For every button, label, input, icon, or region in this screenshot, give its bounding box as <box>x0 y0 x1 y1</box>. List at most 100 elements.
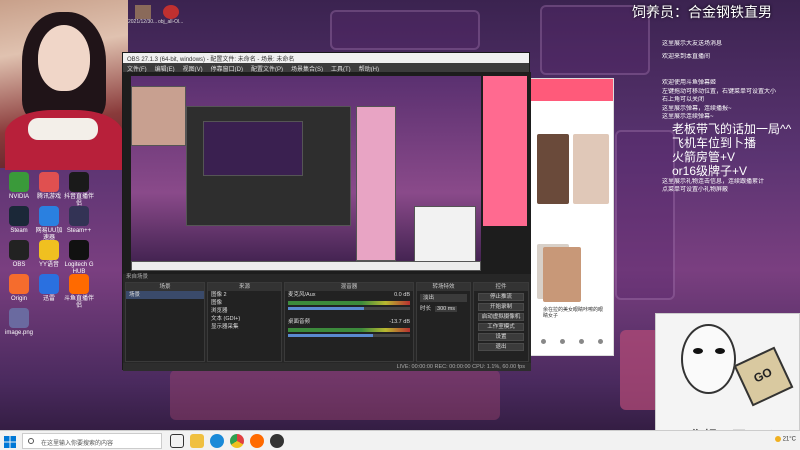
exit-button[interactable]: 退出 <box>478 343 524 351</box>
chat-big-line: 火箭房管+V <box>672 149 736 164</box>
mixer-channel-db: 0.0 dB <box>394 292 410 298</box>
chat-line: 欢迎使用斗鱼弹幕姬 <box>662 80 717 86</box>
obs-dock-area: 来自场景 场景 场景 来源 图像 2 图像 浏览器 文本 (GDI+) 显示器采… <box>123 274 531 371</box>
chat-line: 这里展示礼物连击信息，连续跟播累计 <box>662 178 765 185</box>
start-recording-button[interactable]: 开始录制 <box>478 303 524 311</box>
windows-start-icon[interactable] <box>4 435 16 448</box>
chat-big-line: 老板带飞的话加一局^^ <box>672 121 792 136</box>
desktop: 2021/12/30... obj_all-Ol... NVIDIA 腾讯游戏 抖音… <box>0 0 800 450</box>
source-item[interactable]: 浏览器 <box>208 307 281 315</box>
desktop-icon-label: image.png <box>4 330 34 336</box>
bg-window-panel <box>330 10 480 50</box>
obs-titlebar[interactable]: OBS 27.1.3 (64-bit, windows) - 配置文件: 未命名… <box>123 53 529 63</box>
desktop-file-2[interactable]: obj_all-Ol... <box>158 5 183 25</box>
mixer-dock: 混音器 麦克风/Aux 0.0 dB 桌面音频 -13.7 dB <box>284 282 414 362</box>
chat-line: 这里展示连续弹幕~ <box>662 114 714 120</box>
file-explorer-icon[interactable] <box>190 434 204 448</box>
search-placeholder: 在这里输入你要搜索的内容 <box>41 441 114 447</box>
sign-text: GO <box>751 364 775 386</box>
desktop-icon[interactable]: NVIDIA <box>4 172 34 201</box>
webcam-face <box>38 25 90 91</box>
desktop-icon[interactable]: 斗鱼直播伴侣 <box>64 274 94 310</box>
transitions-dock: 转场特效 淡出 时长 300 ms <box>416 282 471 362</box>
desktop-icon[interactable]: YY语音 <box>34 240 64 269</box>
scenes-dock: 场景 场景 <box>125 282 205 362</box>
obs-window[interactable]: OBS 27.1.3 (64-bit, windows) - 配置文件: 未命名… <box>122 52 531 371</box>
desktop-icon[interactable]: 迅雷 <box>34 274 64 303</box>
chrome-icon[interactable] <box>230 434 244 448</box>
desktop-icon-label: OBS <box>12 262 26 268</box>
video-card[interactable] <box>543 247 581 302</box>
video-card[interactable] <box>573 134 609 204</box>
nested-meme <box>414 206 476 266</box>
nested-douyin <box>356 106 396 261</box>
system-tray: 21°C <box>774 436 796 443</box>
obs-icon[interactable] <box>270 434 284 448</box>
desktop-icon[interactable]: 抖音直播伴侣 <box>64 172 94 208</box>
app-icon <box>39 172 59 192</box>
comment-icon[interactable] <box>560 339 565 344</box>
desktop-icon[interactable]: image.png <box>4 308 34 337</box>
source-item[interactable]: 显示器采集 <box>208 323 281 331</box>
taskbar-search-input[interactable]: 在这里输入你要搜索的内容 <box>22 433 162 449</box>
volume-slider[interactable] <box>288 334 410 337</box>
douyu-icon[interactable] <box>250 434 264 448</box>
desktop-icon[interactable]: OBS <box>4 240 34 269</box>
duration-label: 时长 <box>420 306 432 312</box>
dock-title: 来源 <box>208 283 281 291</box>
stop-streaming-button[interactable]: 停止推流 <box>478 293 524 301</box>
source-item[interactable]: 图像 2 <box>208 291 281 299</box>
image-file-icon <box>134 5 151 19</box>
obs-preview[interactable] <box>123 72 531 274</box>
duration-input[interactable]: 300 ms <box>435 306 458 312</box>
chat-line: 这里展示弹幕，连续播报~ <box>662 105 732 112</box>
app-icon <box>9 308 29 328</box>
dock-title: 混音器 <box>285 283 413 291</box>
controls-dock: 控件 停止推流 开始录制 启动虚拟摄像机 工作室模式 设置 退出 <box>473 282 529 362</box>
chat-line: 欢迎来到本直播间 <box>662 53 711 60</box>
app-icon <box>9 206 29 226</box>
streamer-label: 饲养员：合金钢铁直男 <box>632 5 772 21</box>
desktop-icon[interactable]: Logitech G HUB <box>64 240 94 276</box>
share-icon[interactable] <box>579 339 584 344</box>
studio-mode-button[interactable]: 工作室模式 <box>478 323 524 331</box>
chat-line: 左键拖动可移动位置，右键菜单可设置大小 <box>662 88 777 95</box>
app-icon <box>39 206 59 226</box>
desktop-icon[interactable]: 网易UU加速器 <box>34 206 64 242</box>
more-icon[interactable] <box>598 339 603 344</box>
desktop-icon[interactable]: 腾讯游戏 <box>34 172 64 201</box>
desktop-file-label: 2021/12/30... <box>128 19 158 25</box>
desktop-icon[interactable]: Steam <box>4 206 34 235</box>
app-icon <box>69 274 89 294</box>
app-icon <box>69 240 89 260</box>
app-icon <box>69 172 89 192</box>
douyin-window[interactable]: 余在拉的美女眼睛咔嚓的眼睛女子 <box>528 78 614 356</box>
desktop-icon-label: 迅雷 <box>42 296 55 302</box>
source-item[interactable]: 图像 <box>208 299 281 307</box>
desktop-file-1[interactable]: 2021/12/30... <box>128 5 157 25</box>
scene-item[interactable]: 场景 <box>126 291 204 299</box>
desktop-icon-label: 腾讯游戏 <box>36 194 61 200</box>
preview-side-window <box>483 76 527 226</box>
like-icon[interactable] <box>541 339 546 344</box>
video-card[interactable] <box>537 134 569 204</box>
dock-title: 场景 <box>126 283 204 291</box>
source-item[interactable]: 文本 (GDI+) <box>208 315 281 323</box>
virtual-camera-button[interactable]: 启动虚拟摄像机 <box>478 313 524 321</box>
volume-slider[interactable] <box>288 307 410 310</box>
edge-icon[interactable] <box>210 434 224 448</box>
transition-select[interactable]: 淡出 <box>420 294 467 302</box>
settings-button[interactable]: 设置 <box>478 333 524 341</box>
desktop-icon[interactable]: Origin <box>4 274 34 303</box>
webcam-fur <box>28 118 98 140</box>
search-icon <box>28 438 34 444</box>
chat-line: 这里展示大友送场消息 <box>662 41 723 47</box>
video-caption: 余在拉的美女眼睛咔嚓的眼睛女子 <box>543 307 604 319</box>
douyin-header <box>529 79 613 101</box>
desktop-icon[interactable]: Steam++ <box>64 206 94 235</box>
panda-eye <box>693 348 703 354</box>
chat-big-line: 飞机车位到卜播 <box>672 135 757 150</box>
desktop-icon-label: YY语音 <box>38 262 59 268</box>
app-icon <box>162 5 179 19</box>
task-view-icon[interactable] <box>170 434 184 448</box>
